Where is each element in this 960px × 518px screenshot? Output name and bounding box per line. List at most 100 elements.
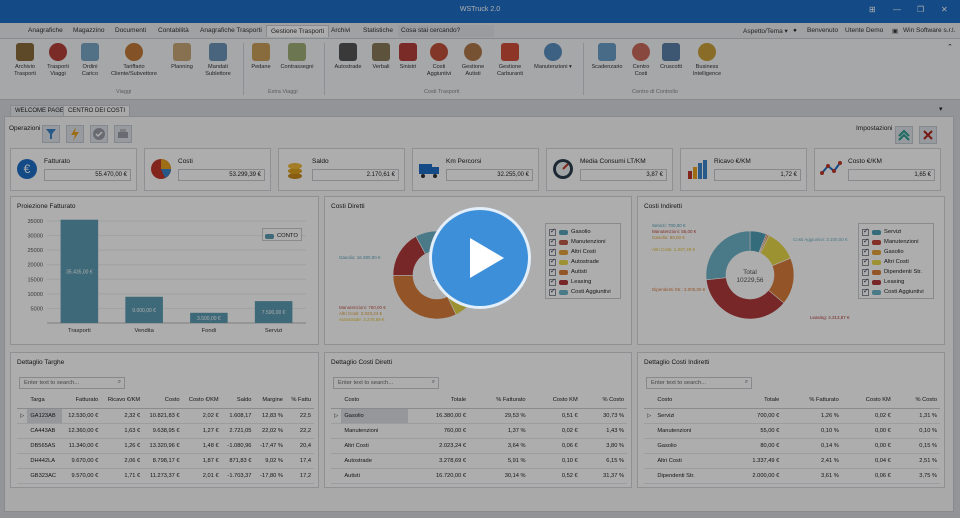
table-row[interactable]: GB323AC 9.570,00 €1,71 €11.273,37 €2,01 €… <box>17 468 314 484</box>
legend-checkbox[interactable] <box>862 247 869 256</box>
table-row[interactable]: Altri Costi 1.337,49 €2,41 % 0,04 €2,51 % <box>644 453 940 469</box>
legend-item[interactable]: Gasolio <box>862 247 930 257</box>
legend-item[interactable]: Altri Costi <box>862 257 930 267</box>
legend-item[interactable]: Dipendenti Str. <box>862 267 930 277</box>
refresh-button[interactable] <box>66 125 84 143</box>
tab-list-chevron-icon[interactable]: ▾ <box>939 105 943 113</box>
legend-checkbox[interactable] <box>862 287 869 296</box>
table-row[interactable]: Autisti 16.720,00 €30,14 % 0,52 €31,37 % <box>331 468 627 484</box>
legend-item[interactable]: Costi Aggiuntivi <box>862 287 930 297</box>
close-panel-button[interactable] <box>919 126 937 144</box>
table-row[interactable]: Manutenzioni 55,00 €0,10 % 0,00 €0,10 % <box>644 423 940 439</box>
menu-anagrafiche-trasporti[interactable]: Anagrafiche Trasporti <box>200 27 262 34</box>
costi-aggiuntivi-button[interactable]: Costi Aggiuntivi <box>424 43 454 77</box>
sinistri-button[interactable]: Sinistri <box>396 43 420 71</box>
legend-checkbox[interactable] <box>862 257 869 266</box>
legend-item[interactable]: Manutenzioni <box>549 237 617 247</box>
table-row[interactable]: ▷ Servizi 700,00 €1,26 % 0,02 €1,31 % <box>644 408 940 424</box>
menu-magazzino[interactable]: Magazzino <box>73 27 104 34</box>
legend-checkbox[interactable] <box>862 237 869 246</box>
column-header[interactable]: Totale <box>408 393 470 409</box>
menu-contabilita[interactable]: Contabilità <box>158 27 189 34</box>
legend-checkbox[interactable] <box>549 227 556 236</box>
verbali-button[interactable]: Verbali <box>369 43 393 71</box>
legend-checkbox[interactable] <box>549 257 556 266</box>
filter-button[interactable] <box>42 125 60 143</box>
menu-archivi[interactable]: Archivi <box>331 27 351 34</box>
column-header[interactable]: Margine <box>254 393 286 409</box>
column-header[interactable]: Totale <box>727 393 783 409</box>
column-header[interactable]: Fatturato <box>61 393 102 409</box>
planning-button[interactable]: Planning <box>168 43 196 71</box>
column-header[interactable]: Costo KM <box>841 393 894 409</box>
legend-checkbox[interactable] <box>862 277 869 286</box>
column-header[interactable]: % Fattu <box>285 393 314 409</box>
tariffario-button[interactable]: Tariffario Cliente/Subvettore <box>106 43 162 77</box>
legend-item[interactable]: Servizi <box>862 227 930 237</box>
scadenzario-button[interactable]: Scadenzario <box>590 43 624 71</box>
legend-item[interactable]: Autisti <box>549 267 617 277</box>
theme-menu[interactable]: Aspetto/Tema ▾ <box>743 27 788 35</box>
column-header[interactable]: Ricavo €/KM <box>101 393 144 409</box>
pedane-button[interactable]: Pedane <box>249 43 273 71</box>
search-input[interactable]: Enter text to search... ⌕ <box>646 377 752 389</box>
gestione-autisti-button[interactable]: Gestione Autisti <box>458 43 488 77</box>
menu-statistiche[interactable]: Statistiche <box>363 27 393 34</box>
column-header[interactable]: Targa <box>27 393 62 409</box>
restore-layout-icon[interactable]: ⊞ <box>869 5 876 14</box>
column-header[interactable]: % Costo <box>893 393 940 409</box>
search-input[interactable]: Enter text to search... ⌕ <box>333 377 439 389</box>
maximize-button[interactable]: ❐ <box>917 5 924 14</box>
mandati-sublettore-button[interactable]: Mandati Sublettore <box>200 43 236 77</box>
legend-checkbox[interactable] <box>862 227 869 236</box>
menu-anagrafiche[interactable]: Anagrafiche <box>28 27 63 34</box>
legend-item[interactable]: Leasing <box>862 277 930 287</box>
table-row[interactable]: Gasolio 80,00 €0,14 % 0,00 €0,15 % <box>644 438 940 454</box>
legend-item[interactable]: Manutenzioni <box>862 237 930 247</box>
column-header[interactable]: % Fatturato <box>469 393 529 409</box>
table-row[interactable]: ▷ GA123AB 12.530,00 €2,32 €10.821,83 €2,02… <box>17 408 314 424</box>
legend-item[interactable]: Autostrade <box>549 257 617 267</box>
confirm-button[interactable] <box>90 125 108 143</box>
legend-checkbox[interactable] <box>549 277 556 286</box>
table-row[interactable]: Altri Costi 2.023,24 €3,64 % 0,06 €3,80 % <box>331 438 627 454</box>
table-row[interactable]: DB565AS 11.340,00 €1,26 €13.320,96 €1,48 … <box>17 438 314 454</box>
column-header[interactable]: % Fatturato <box>782 393 842 409</box>
contrassegni-button[interactable]: Contrassegni <box>277 43 317 71</box>
close-button[interactable]: ✕ <box>941 5 948 14</box>
legend-checkbox[interactable] <box>549 267 556 276</box>
table-row[interactable]: ▷ Gasolio 16.380,00 €29,53 % 0,51 €30,73 % <box>331 408 627 424</box>
column-header[interactable]: Costo <box>143 393 183 409</box>
menu-documenti[interactable]: Documenti <box>115 27 146 34</box>
collapse-ribbon-icon[interactable]: ⌃ <box>947 43 953 51</box>
legend-checkbox[interactable] <box>549 237 556 246</box>
column-header[interactable]: % Costo <box>580 393 627 409</box>
gestione-carburanti-button[interactable]: Gestione Carburanti <box>494 43 526 77</box>
minimize-button[interactable]: — <box>893 5 901 14</box>
archivio-trasporti-button[interactable]: Archivio Trasporti <box>12 43 38 77</box>
legend-checkbox[interactable] <box>549 287 556 296</box>
legend-item[interactable]: Altri Costi <box>549 247 617 257</box>
table-row[interactable]: DH442LA 9.670,00 €2,06 €8.798,17 €1,87 €8… <box>17 453 314 469</box>
centro-costi-button[interactable]: Centro Costi <box>628 43 654 77</box>
legend-item[interactable]: Gasolio <box>549 227 617 237</box>
table-row[interactable]: CA443AB 12.360,00 €1,63 €9.638,95 €1,27 €… <box>17 423 314 439</box>
table-row[interactable]: Manutenzioni 760,00 €1,37 % 0,02 €1,43 % <box>331 423 627 439</box>
print-button[interactable] <box>114 125 132 143</box>
legend-item[interactable]: Costi Aggiuntivi <box>549 287 617 297</box>
legend-checkbox[interactable] <box>549 247 556 256</box>
business-intelligence-button[interactable]: Business Intelligence <box>688 43 726 77</box>
column-header[interactable]: Saldo <box>221 393 255 409</box>
cruscotti-button[interactable]: Cruscotti <box>656 43 686 71</box>
autostrade-button[interactable]: Autostrade <box>331 43 365 71</box>
user-name[interactable]: Utente Demo <box>845 27 883 34</box>
column-header[interactable]: Costo <box>341 393 409 409</box>
play-button-icon[interactable] <box>429 207 531 309</box>
table-row[interactable]: Autostrade 3.278,69 €5,91 % 0,10 €6,15 % <box>331 453 627 469</box>
ordini-carico-button[interactable]: Ordini Carico <box>76 43 104 77</box>
manutenzioni-button[interactable]: Manutenzioni ▾ <box>532 43 574 71</box>
command-search-input[interactable]: Cosa stai cercando? <box>398 25 494 37</box>
menu-gestione-trasporti[interactable]: Gestione Trasporti <box>266 25 330 37</box>
legend-checkbox[interactable] <box>862 267 869 276</box>
column-header[interactable]: Costo €/KM <box>182 393 222 409</box>
